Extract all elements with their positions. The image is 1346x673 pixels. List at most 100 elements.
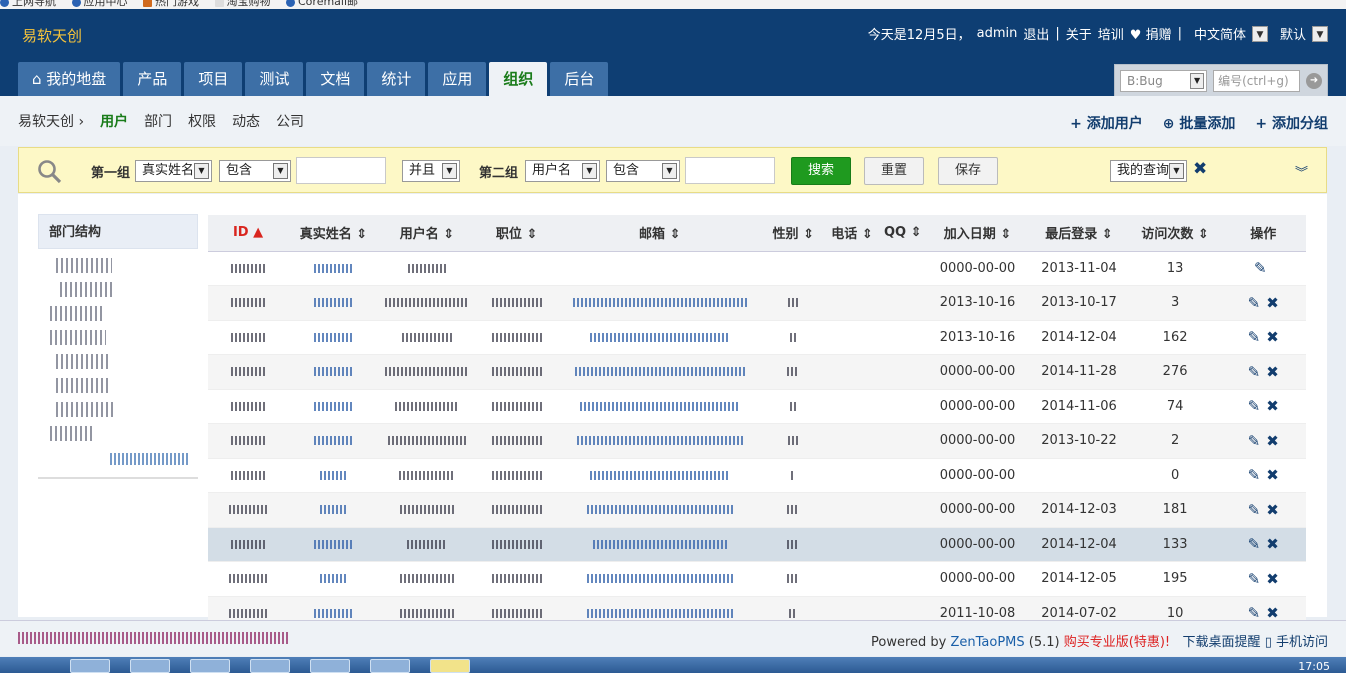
cell-id[interactable]: [208, 423, 289, 459]
training-link[interactable]: 培训: [1098, 24, 1124, 43]
edit-pencil-icon[interactable]: ✎: [1248, 466, 1261, 484]
group2-value-input[interactable]: [685, 157, 775, 184]
mobile-access-link[interactable]: 手机访问: [1276, 635, 1328, 650]
cell-realname[interactable]: [288, 354, 379, 390]
col-join[interactable]: 加入日期 ⇕: [926, 215, 1029, 252]
cell-email[interactable]: [558, 285, 762, 321]
cell-email[interactable]: [558, 527, 762, 562]
subnav-dynamic[interactable]: 动态: [232, 111, 260, 131]
taskbar-app-icon[interactable]: [310, 659, 350, 673]
tab-report[interactable]: 统计: [367, 62, 426, 96]
cell-id[interactable]: [208, 458, 289, 493]
dept-item[interactable]: [56, 378, 108, 393]
theme-select[interactable]: 默认 ▼: [1280, 24, 1328, 43]
reset-button[interactable]: 重置: [864, 157, 924, 185]
tab-product[interactable]: 产品: [123, 62, 182, 96]
and-or-select[interactable]: 并且 ▼: [402, 160, 460, 182]
bookmark-3[interactable]: 热门游戏: [143, 0, 199, 7]
delete-icon[interactable]: ✖: [1266, 294, 1279, 312]
edit-pencil-icon[interactable]: ✎: [1248, 328, 1261, 346]
tab-my[interactable]: ⌂ 我的地盘: [18, 62, 121, 96]
cell-id[interactable]: [208, 285, 289, 321]
dept-item[interactable]: [56, 258, 112, 273]
delete-icon[interactable]: ✖: [1266, 570, 1279, 588]
taskbar-app-icon[interactable]: [190, 659, 230, 673]
dept-manage-link[interactable]: [110, 453, 188, 465]
save-query-button[interactable]: 保存: [938, 157, 998, 185]
cell-email[interactable]: [558, 458, 762, 493]
group1-field-select[interactable]: 真实姓名 ▼: [135, 160, 212, 182]
cell-realname[interactable]: [288, 320, 379, 355]
object-type-select[interactable]: B:Bug ▼: [1120, 69, 1208, 92]
breadcrumb-root[interactable]: 易软天创 ›: [18, 111, 84, 131]
taskbar-app-icon[interactable]: [430, 659, 470, 673]
collapse-chevron-icon[interactable]: ︾: [1295, 162, 1308, 181]
tab-project[interactable]: 项目: [184, 62, 243, 96]
dept-item[interactable]: [50, 426, 94, 441]
subnav-priv[interactable]: 权限: [188, 111, 216, 131]
cell-id[interactable]: [208, 527, 289, 562]
logout-link[interactable]: 退出: [1023, 24, 1049, 43]
cell-email[interactable]: [558, 320, 762, 355]
edit-pencil-icon[interactable]: ✎: [1248, 363, 1261, 381]
tab-qa[interactable]: 测试: [245, 62, 304, 96]
cell-id[interactable]: [208, 389, 289, 424]
tab-admin[interactable]: 后台: [550, 62, 609, 96]
taskbar-app-icon[interactable]: [130, 659, 170, 673]
cell-id[interactable]: [208, 354, 289, 390]
delete-icon[interactable]: ✖: [1266, 535, 1279, 553]
cell-id[interactable]: [208, 492, 289, 528]
about-link[interactable]: 关于: [1066, 24, 1092, 43]
cell-id[interactable]: [208, 320, 289, 355]
add-group-button[interactable]: + 添加分组: [1255, 113, 1328, 133]
desktop-notify-link[interactable]: 下载桌面提醒: [1183, 635, 1261, 650]
col-id[interactable]: ID ▲: [208, 215, 289, 252]
language-select[interactable]: 中文简体 ▼: [1194, 24, 1268, 43]
cell-realname[interactable]: [288, 458, 379, 493]
bookmark-1[interactable]: 上网导航: [0, 0, 56, 7]
dept-item[interactable]: [60, 282, 112, 297]
cell-realname[interactable]: [288, 423, 379, 459]
dept-item[interactable]: [56, 402, 114, 417]
cell-email[interactable]: [558, 423, 762, 459]
dept-item[interactable]: [50, 306, 104, 321]
edit-pencil-icon[interactable]: ✎: [1254, 259, 1267, 277]
search-button[interactable]: 搜索: [791, 157, 851, 185]
col-qq[interactable]: QQ ⇕: [878, 215, 927, 252]
group2-field-select[interactable]: 用户名 ▼: [525, 160, 600, 182]
subnav-company[interactable]: 公司: [276, 111, 304, 131]
subnav-user[interactable]: 用户: [100, 111, 128, 131]
col-realname[interactable]: 真实姓名 ⇕: [288, 215, 379, 252]
tab-apps[interactable]: 应用: [428, 62, 487, 96]
cell-realname[interactable]: [288, 492, 379, 528]
cell-email[interactable]: [558, 389, 762, 424]
delete-icon[interactable]: ✖: [1266, 328, 1279, 346]
dept-item[interactable]: [50, 330, 106, 345]
col-username[interactable]: 用户名 ⇕: [378, 215, 475, 252]
group1-operator-select[interactable]: 包含 ▼: [219, 160, 291, 182]
col-gender[interactable]: 性别 ⇕: [761, 215, 826, 252]
col-last-login[interactable]: 最后登录 ⇕: [1028, 215, 1130, 252]
cell-email[interactable]: [558, 251, 762, 286]
delete-icon[interactable]: ✖: [1266, 397, 1279, 415]
delete-icon[interactable]: ✖: [1266, 363, 1279, 381]
delete-query-icon[interactable]: ✖: [1193, 159, 1207, 179]
dept-item[interactable]: [56, 354, 108, 369]
object-id-input[interactable]: 编号(ctrl+g): [1213, 69, 1301, 92]
subnav-dept[interactable]: 部门: [144, 111, 172, 131]
edit-pencil-icon[interactable]: ✎: [1248, 501, 1261, 519]
cell-id[interactable]: [208, 251, 289, 286]
buy-pro-link[interactable]: 购买专业版(特惠)!: [1064, 635, 1170, 650]
cell-realname[interactable]: [288, 251, 379, 286]
col-email[interactable]: 邮箱 ⇕: [558, 215, 762, 252]
cell-id[interactable]: [208, 561, 289, 597]
tab-doc[interactable]: 文档: [306, 62, 365, 96]
batch-add-button[interactable]: ⊕ 批量添加: [1163, 113, 1236, 133]
cell-email[interactable]: [558, 354, 762, 390]
cell-email[interactable]: [558, 492, 762, 528]
zentao-link[interactable]: ZenTaoPMS: [950, 635, 1024, 650]
taskbar-app-icon[interactable]: [70, 659, 110, 673]
taskbar-app-icon[interactable]: [250, 659, 290, 673]
col-visits[interactable]: 访问次数 ⇕: [1129, 215, 1221, 252]
group1-value-input[interactable]: [296, 157, 386, 184]
